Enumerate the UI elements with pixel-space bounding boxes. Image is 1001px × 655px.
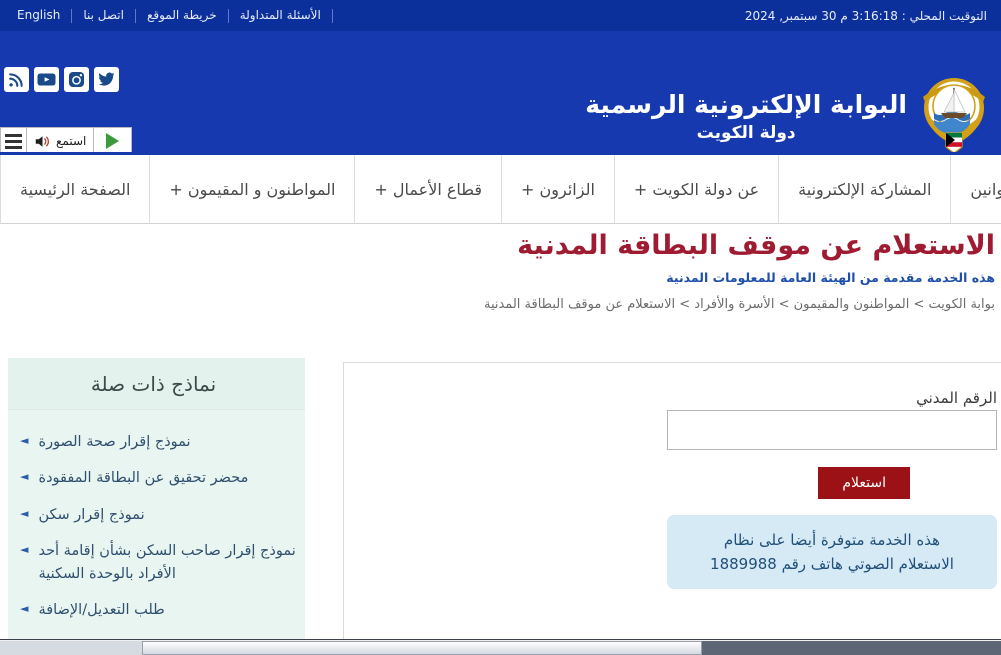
breadcrumb[interactable]: بوابة الكويت > المواطنون والمقيمون > الأ… (0, 297, 995, 312)
listen-label: استمع (56, 134, 87, 148)
scrollbar-thumb[interactable] (142, 641, 702, 655)
sidebar-heading: نماذج ذات صلة (90, 371, 217, 396)
page-title: الاستعلام عن موقف البطاقة المدنية (517, 230, 995, 261)
arrow-bullet-icon: ◄ (20, 543, 29, 557)
nav-item-e-participation[interactable]: المشاركة الإلكترونية (778, 155, 950, 224)
horizontal-scrollbar[interactable] (0, 639, 1001, 655)
sidebar-item-label: محضر تحقيق عن البطاقة المفقودة (38, 470, 249, 487)
nav-item-visitors[interactable]: الزائرون + (501, 155, 614, 224)
arrow-bullet-icon: ◄ (20, 434, 29, 447)
arrow-bullet-icon: ◄ (20, 602, 29, 616)
kuwait-emblem (921, 75, 987, 153)
scrollbar-track-right[interactable] (702, 641, 1001, 655)
list-item[interactable]: ◄ محضر تحقيق عن البطاقة المفقودة (8, 460, 305, 496)
sidebar-header: نماذج ذات صلة (8, 358, 305, 410)
nav-item-legislation-laws[interactable]: التشريعات والقوانين (950, 155, 1001, 224)
list-item[interactable]: ◄ نموذج إقرار صحة الصورة (8, 424, 305, 460)
instagram-icon[interactable] (64, 67, 89, 92)
sidebar-item-label: نموذج إقرار صاحب السكن بشأن إقامة أحد ال… (38, 543, 296, 582)
civil-number-input[interactable] (667, 410, 997, 450)
brand-block: البوابة الإلكترونية الرسمية دولة الكويت (585, 75, 987, 153)
local-time-label: التوقيت المحلي : 3:16:18 م 30 سبتمبر, 20… (744, 8, 987, 23)
hamburger-icon[interactable] (0, 127, 27, 155)
main-navigation: الصفحة الرئيسية المواطنون و المقيمون + ق… (0, 152, 1001, 224)
sidebar-item-label: نموذج إقرار صحة الصورة (38, 434, 191, 450)
brand-subtitle: دولة الكويت (696, 122, 796, 143)
topbar-link-faq[interactable]: الأسئلة المتداولة (229, 0, 332, 31)
topbar-link-contact-us[interactable]: اتصل بنا (72, 0, 135, 31)
divider (331, 8, 333, 23)
sidebar-list: ◄ نموذج إقرار صحة الصورة ◄ محضر تحقيق عن… (8, 410, 305, 648)
arrow-bullet-icon: ◄ (20, 470, 29, 484)
social-links (4, 67, 119, 92)
listen-button[interactable]: استمع (27, 127, 95, 155)
brand-title: البوابة الإلكترونية الرسمية (585, 90, 907, 120)
nav-item-citizens-residents[interactable]: المواطنون و المقيمون + (149, 155, 354, 224)
nav-item-business-sector[interactable]: قطاع الأعمال + (354, 155, 501, 224)
info-line-2: الاستعلام الصوتي هاتف رقم 1889988 (710, 555, 954, 573)
arrow-bullet-icon: ◄ (20, 506, 29, 520)
accessibility-toolbar: استمع (0, 127, 133, 155)
top-utility-links: English اتصل بنا خريطة الموقع الأسئلة ال… (0, 0, 333, 31)
nav-item-home[interactable]: الصفحة الرئيسية (0, 155, 149, 224)
info-line-1: هذه الخدمة متوفرة أيضا على نظام (723, 531, 941, 549)
sidebar-item-label: نموذج إقرار سكن (38, 506, 145, 523)
twitter-icon[interactable] (94, 67, 119, 92)
play-icon (106, 133, 120, 149)
speaker-icon (34, 134, 51, 149)
topbar-link-english[interactable]: English (6, 0, 71, 31)
page-subtitle: هذه الخدمة مقدمة من الهيئة العامة للمعلو… (666, 270, 995, 286)
list-item[interactable]: ◄ طلب التعديل/الإضافة (8, 592, 305, 628)
service-form-panel: الرقم المدني استعلام هذه الخدمة متوفرة أ… (343, 362, 1001, 648)
topbar-link-site-map[interactable]: خريطة الموقع (136, 0, 228, 31)
site-header: استمع البوابة الإلكترونية الرسمية دولة ا… (0, 31, 1001, 155)
civil-number-label: الرقم المدني (916, 389, 997, 407)
voice-inquiry-info-box: هذه الخدمة متوفرة أيضا على نظام الاستعلا… (667, 515, 997, 589)
sidebar-item-label: طلب التعديل/الإضافة (38, 602, 165, 619)
page-title-block: الاستعلام عن موقف البطاقة المدنية هذه ال… (0, 228, 1001, 312)
submit-inquiry-button[interactable]: استعلام (818, 467, 910, 499)
youtube-icon[interactable] (34, 67, 59, 92)
list-item[interactable]: ◄ نموذج إقرار صاحب السكن بشأن إقامة أحد … (8, 533, 305, 592)
list-item[interactable]: ◄ نموذج إقرار سكن (8, 497, 305, 533)
related-forms-sidebar: نماذج ذات صلة ◄ نموذج إقرار صحة الصورة ◄… (8, 358, 305, 648)
rss-icon[interactable] (4, 67, 29, 92)
nav-item-about-kuwait[interactable]: عن دولة الكويت + (613, 155, 778, 224)
play-button[interactable] (94, 127, 133, 155)
top-utility-bar: English اتصل بنا خريطة الموقع الأسئلة ال… (0, 0, 1001, 31)
scrollbar-track-left[interactable] (0, 641, 142, 655)
